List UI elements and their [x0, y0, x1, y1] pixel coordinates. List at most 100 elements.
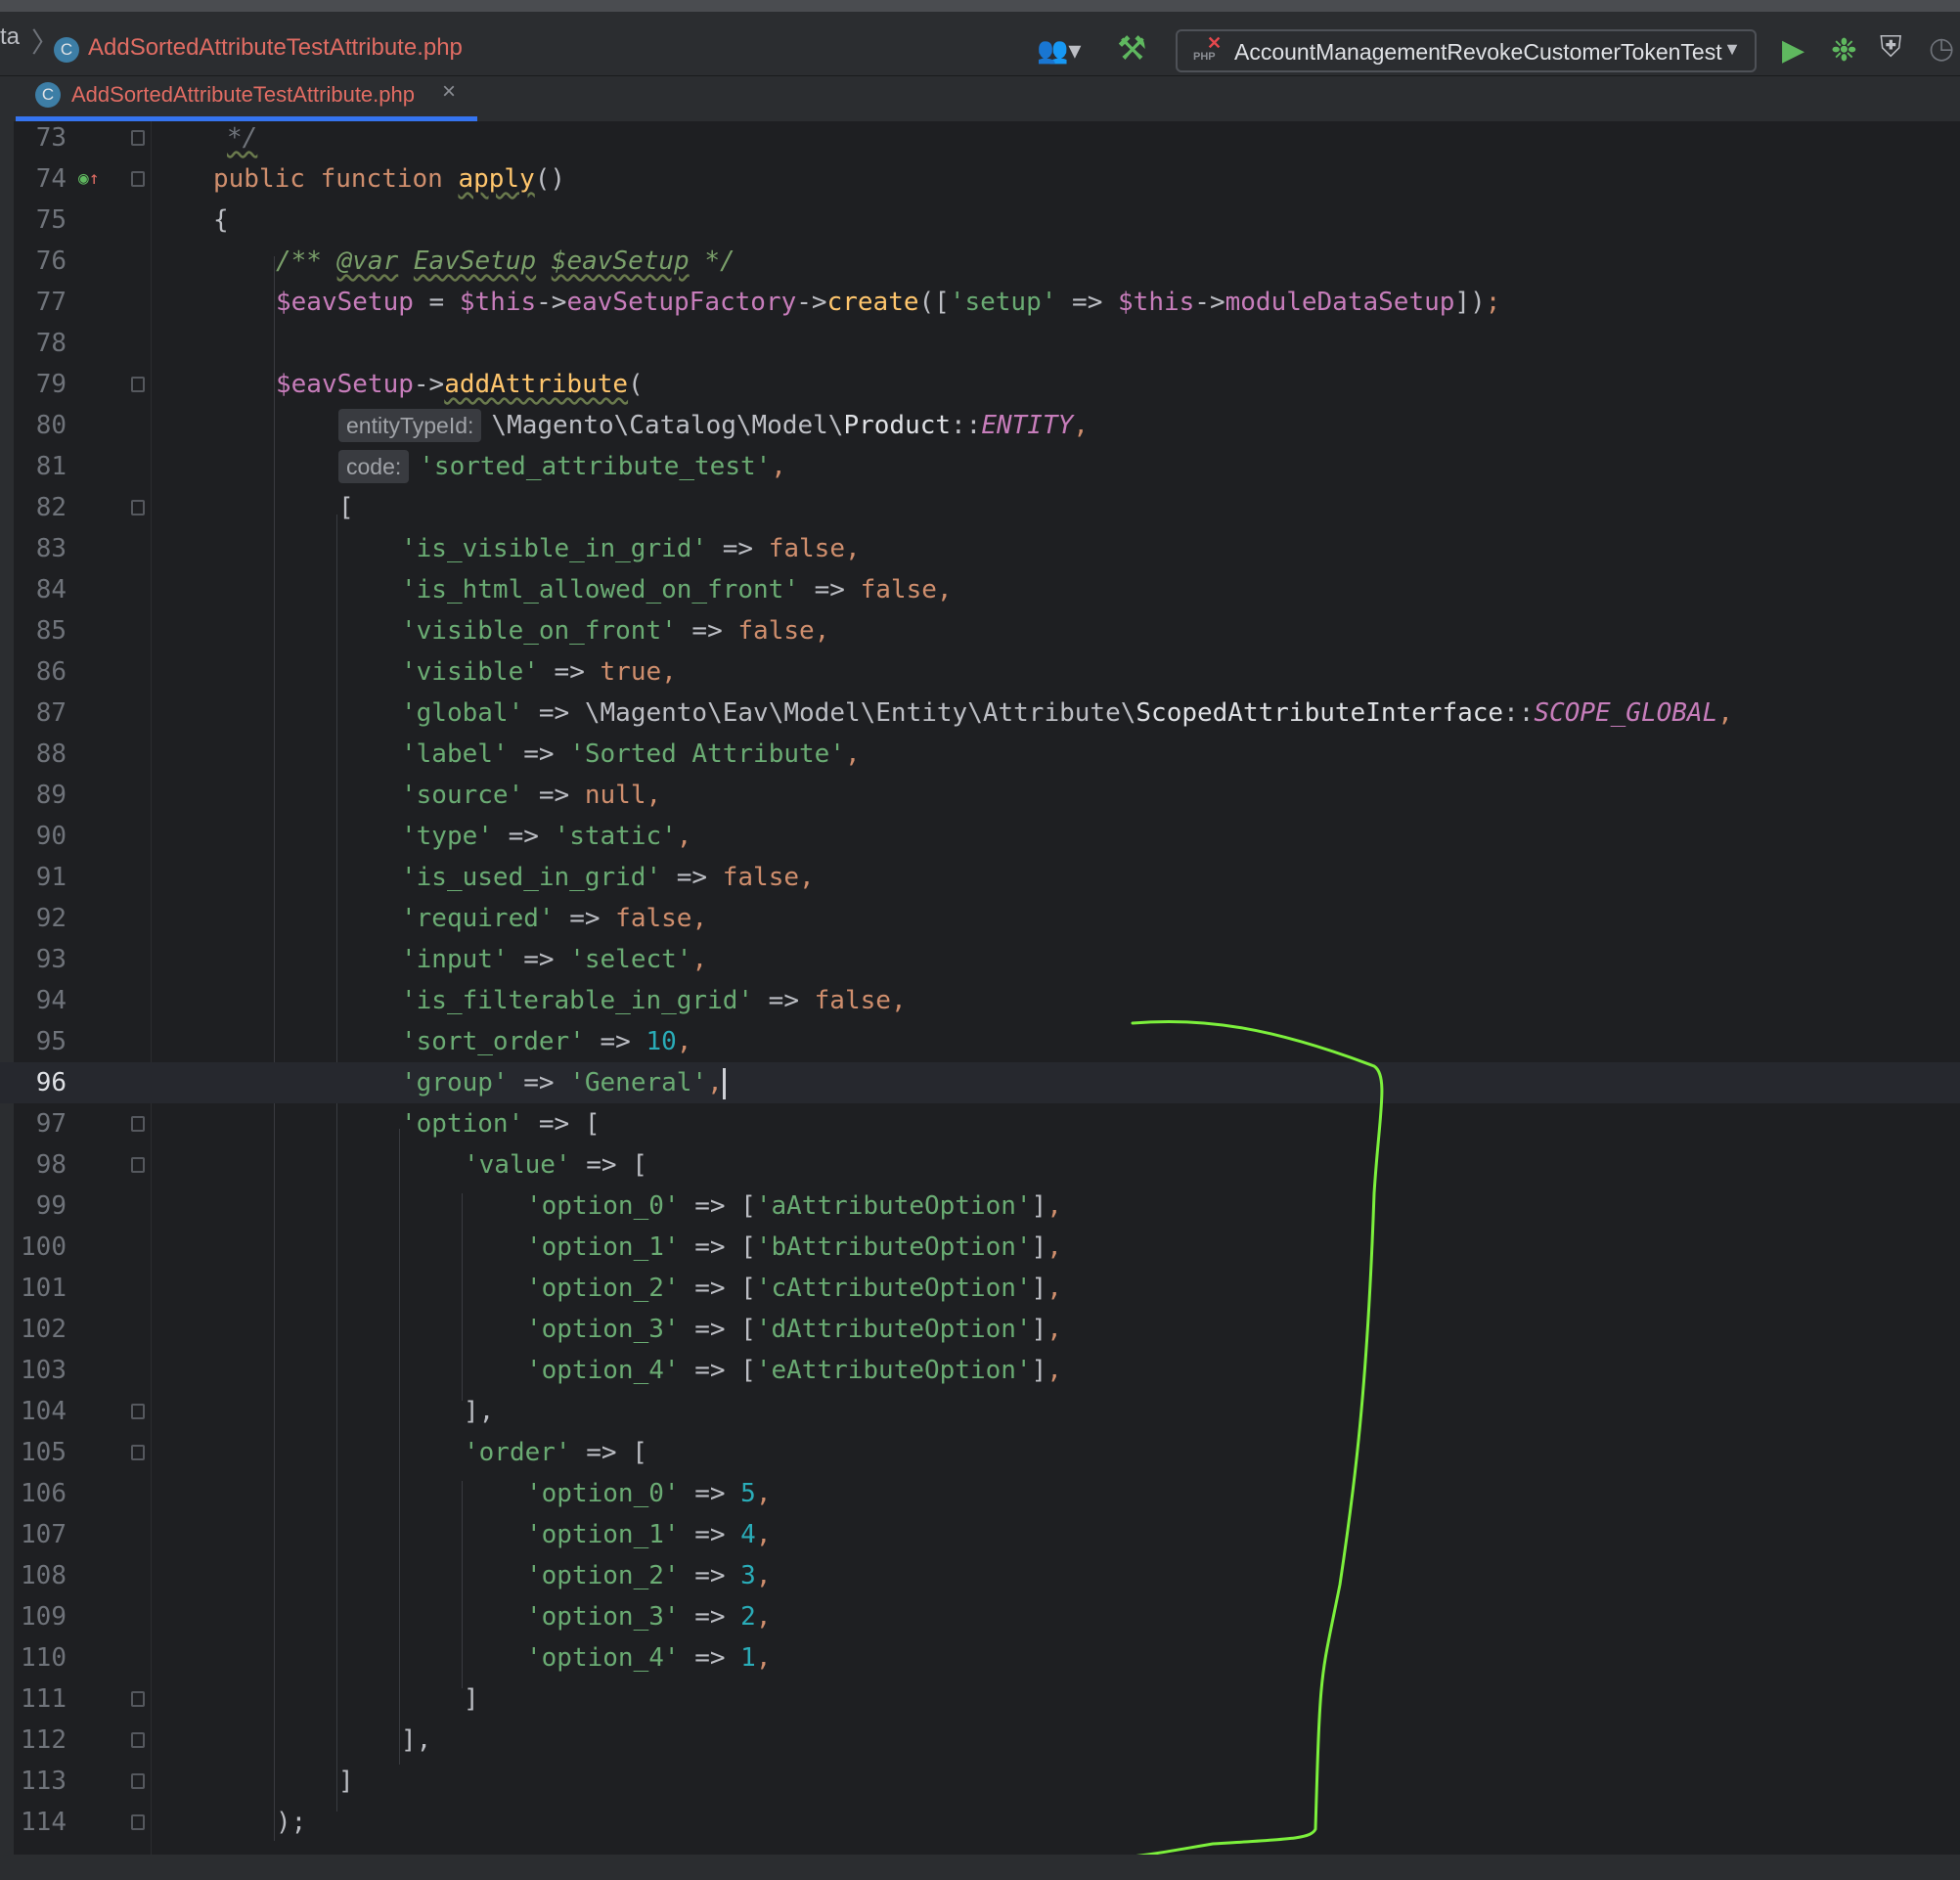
line-number: 110 — [21, 1643, 67, 1673]
code-line[interactable]: 104 ], — [0, 1391, 1960, 1432]
line-number: 86 — [35, 657, 67, 687]
code-line[interactable]: 94 'is_filterable_in_grid' => false, — [0, 980, 1960, 1021]
code-line[interactable]: 109 'option_3' => 2, — [0, 1596, 1960, 1637]
line-number: 112 — [21, 1725, 67, 1755]
chevron-down-icon: ▼ — [1723, 39, 1741, 59]
line-number: 104 — [21, 1397, 67, 1426]
fold-marker-icon[interactable] — [131, 377, 145, 392]
code-line[interactable]: 114 ); — [0, 1802, 1960, 1843]
line-number: 85 — [35, 616, 67, 646]
line-number: 88 — [35, 739, 67, 769]
override-marker-icon[interactable]: ◉↑ — [78, 158, 100, 200]
code-line[interactable]: 83 'is_visible_in_grid' => false, — [0, 528, 1960, 569]
code-line[interactable]: 112 ], — [0, 1720, 1960, 1761]
line-number: 92 — [35, 904, 67, 933]
editor-tabs: C AddSortedAttributeTestAttribute.php × — [0, 76, 1960, 122]
code-editor[interactable]: 73 */ 74 ◉↑ public function apply() 75 {… — [0, 121, 1960, 1872]
text-cursor — [722, 1067, 726, 1099]
fold-marker-icon[interactable] — [131, 171, 145, 187]
code-line[interactable]: 80 entityTypeId: \Magento\Catalog\Model\P… — [0, 405, 1960, 446]
code-line[interactable]: 88 'label' => 'Sorted Attribute', — [0, 734, 1960, 775]
code-line[interactable]: 81 code:'sorted_attribute_test', — [0, 446, 1960, 487]
line-number: 97 — [35, 1109, 67, 1139]
line-number: 102 — [21, 1315, 67, 1344]
breadcrumb-file[interactable]: AddSortedAttributeTestAttribute.php — [88, 34, 463, 62]
line-number: 106 — [21, 1479, 67, 1508]
line-number: 109 — [21, 1602, 67, 1632]
code-line[interactable]: 99 'option_0' => ['aAttributeOption'], — [0, 1186, 1960, 1227]
code-line[interactable]: 97 'option' => [ — [0, 1103, 1960, 1144]
more-run-icon[interactable]: ◷ — [1929, 31, 1954, 66]
code-line[interactable]: 75 { — [0, 200, 1960, 241]
code-line[interactable]: 90 'type' => 'static', — [0, 816, 1960, 857]
code-line[interactable]: 108 'option_2' => 3, — [0, 1555, 1960, 1596]
code-line[interactable]: 113 ] — [0, 1761, 1960, 1802]
run-icon[interactable]: ▶ — [1782, 33, 1804, 67]
coverage-icon[interactable]: ⛨ — [1880, 31, 1902, 65]
fold-marker-icon[interactable] — [131, 1116, 145, 1132]
code-line[interactable]: 89 'source' => null, — [0, 775, 1960, 816]
fold-marker-icon[interactable] — [131, 1445, 145, 1460]
code-line[interactable]: 100 'option_1' => ['bAttributeOption'], — [0, 1227, 1960, 1268]
close-icon[interactable]: × — [442, 78, 456, 106]
parameter-hint: code: — [338, 450, 410, 483]
php-test-icon: ✕ PHP — [1193, 33, 1223, 63]
code-line[interactable]: 87 'global' => \Magento\Eav\Model\Entity… — [0, 693, 1960, 734]
build-hammer-icon[interactable]: ⚒ — [1117, 29, 1146, 68]
code-line[interactable]: 105 'order' => [ — [0, 1432, 1960, 1473]
code-line[interactable]: 106 'option_0' => 5, — [0, 1473, 1960, 1514]
fold-marker-icon[interactable] — [131, 1157, 145, 1173]
line-number: 90 — [35, 822, 67, 851]
line-number: 80 — [35, 411, 67, 440]
tab-addsortedattributetestattribute[interactable]: C AddSortedAttributeTestAttribute.php × — [16, 76, 477, 121]
code-line[interactable]: 73 */ — [0, 121, 1960, 158]
line-number: 81 — [35, 452, 67, 481]
code-line[interactable]: 107 'option_1' => 4, — [0, 1514, 1960, 1555]
tab-label: AddSortedAttributeTestAttribute.php — [71, 82, 415, 107]
code-line[interactable]: 84 'is_html_allowed_on_front' => false, — [0, 569, 1960, 610]
code-line[interactable]: 93 'input' => 'select', — [0, 939, 1960, 980]
code-line[interactable]: 78 — [0, 323, 1960, 364]
code-line[interactable]: 74 ◉↑ public function apply() — [0, 158, 1960, 200]
fold-marker-icon[interactable] — [131, 1814, 145, 1830]
fold-marker-icon[interactable] — [131, 1732, 145, 1748]
line-number: 83 — [35, 534, 67, 563]
line-number: 77 — [35, 288, 67, 317]
code-line[interactable]: 86 'visible' => true, — [0, 651, 1960, 693]
debug-icon[interactable]: ❉ — [1831, 31, 1857, 68]
code-line[interactable]: 91 'is_used_in_grid' => false, — [0, 857, 1960, 898]
line-number: 78 — [35, 329, 67, 358]
line-number: 91 — [35, 863, 67, 892]
code-line[interactable]: 103 'option_4' => ['eAttributeOption'], — [0, 1350, 1960, 1391]
code-line[interactable]: 92 'required' => false, — [0, 898, 1960, 939]
run-configuration-label: AccountManagementRevokeCustomerTokenTest — [1234, 39, 1722, 65]
code-line[interactable]: 76 /** @var EavSetup $eavSetup */ — [0, 241, 1960, 282]
line-number: 113 — [21, 1767, 67, 1796]
code-line[interactable]: 82 [ — [0, 487, 1960, 528]
user-icon[interactable]: 👥▾ — [1037, 35, 1081, 66]
fold-marker-icon[interactable] — [131, 1773, 145, 1789]
line-number: 84 — [35, 575, 67, 604]
line-number: 93 — [35, 945, 67, 974]
line-number: 82 — [35, 493, 67, 522]
fold-marker-icon[interactable] — [131, 500, 145, 515]
code-line[interactable]: 98 'value' => [ — [0, 1144, 1960, 1186]
line-number: 95 — [35, 1027, 67, 1056]
line-number: 74 — [35, 164, 67, 194]
code-line[interactable]: 110 'option_4' => 1, — [0, 1637, 1960, 1679]
code-line[interactable]: 102 'option_3' => ['dAttributeOption'], — [0, 1309, 1960, 1350]
fold-marker-icon[interactable] — [131, 130, 145, 146]
breadcrumb-parent[interactable]: ta — [0, 23, 20, 51]
code-line[interactable]: 79 $eavSetup->addAttribute( — [0, 364, 1960, 405]
code-line[interactable]: 101 'option_2' => ['cAttributeOption'], — [0, 1268, 1960, 1309]
line-number: 75 — [35, 205, 67, 235]
fold-marker-icon[interactable] — [131, 1691, 145, 1707]
fold-marker-icon[interactable] — [131, 1404, 145, 1419]
code-line[interactable]: 111 ] — [0, 1679, 1960, 1720]
code-line[interactable]: 95 'sort_order' => 10, — [0, 1021, 1960, 1062]
status-bar — [0, 1855, 1960, 1880]
code-line[interactable]: 77 $eavSetup = $this->eavSetupFactory->c… — [0, 282, 1960, 323]
code-line-current[interactable]: 96 'group' => 'General', — [0, 1062, 1960, 1103]
code-line[interactable]: 85 'visible_on_front' => false, — [0, 610, 1960, 651]
run-configuration-dropdown[interactable]: ✕ PHP AccountManagementRevokeCustomerToke… — [1176, 29, 1757, 72]
